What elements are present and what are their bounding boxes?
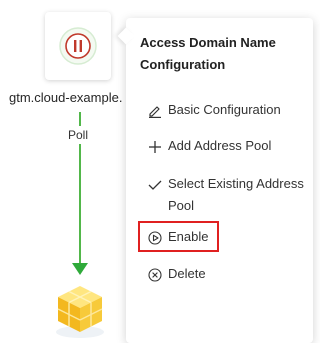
pause-circle-icon — [59, 27, 97, 65]
menu-item-basic-configuration[interactable]: Basic Configuration — [126, 99, 313, 123]
enable-highlight-box — [138, 221, 219, 252]
menu-item-delete[interactable]: Delete — [126, 263, 313, 287]
poll-label: Poll — [64, 126, 93, 144]
arrow-down-icon — [72, 263, 88, 275]
menu-item-label: Select Existing Address Pool — [168, 176, 304, 213]
check-icon — [148, 178, 162, 192]
menu-item-add-address-pool[interactable]: Add Address Pool — [126, 135, 313, 159]
domain-node-card[interactable] — [45, 12, 111, 80]
menu-item-select-existing-address-pool[interactable]: Select Existing Address Pool — [126, 173, 313, 217]
menu-item-label: Delete — [168, 266, 206, 281]
plus-icon — [148, 140, 162, 154]
close-circle-icon — [148, 268, 162, 282]
address-pool-cube-icon[interactable] — [52, 280, 108, 340]
menu-title: Access Domain Name Configuration — [140, 35, 276, 72]
edit-icon — [148, 104, 162, 118]
domain-name-label: gtm.cloud-example. — [9, 90, 123, 105]
menu-item-label: Add Address Pool — [168, 138, 272, 153]
context-menu: Access Domain Name Configuration Basic C… — [126, 18, 313, 343]
menu-item-label: Basic Configuration — [168, 102, 281, 117]
